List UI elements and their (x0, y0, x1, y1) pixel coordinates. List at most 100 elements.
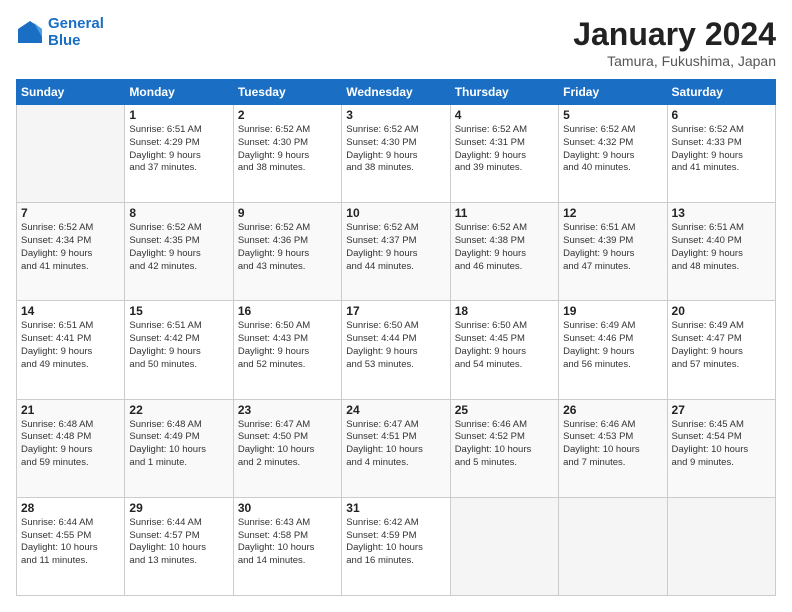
logo-icon (16, 19, 44, 47)
day-info: Sunrise: 6:49 AM Sunset: 4:46 PM Dayligh… (563, 320, 662, 371)
day-number: 22 (129, 403, 228, 417)
day-cell (450, 497, 558, 595)
column-header-thursday: Thursday (450, 80, 558, 105)
day-info: Sunrise: 6:48 AM Sunset: 4:49 PM Dayligh… (129, 419, 228, 470)
day-cell: 30Sunrise: 6:43 AM Sunset: 4:58 PM Dayli… (233, 497, 341, 595)
day-number: 8 (129, 206, 228, 220)
day-cell: 16Sunrise: 6:50 AM Sunset: 4:43 PM Dayli… (233, 301, 341, 399)
day-cell: 13 Sunrise: 6:51 AM Sunset: 4:40 PM Dayli… (667, 203, 775, 301)
day-cell: 14 Sunrise: 6:51 AM Sunset: 4:41 PM Dayli… (17, 301, 125, 399)
logo-text: General Blue (48, 16, 104, 49)
day-cell: 2Sunrise: 6:52 AM Sunset: 4:30 PM Daylig… (233, 105, 341, 203)
day-info: Sunrise: 6:52 AM Sunset: 4:38 PM Dayligh… (455, 222, 554, 273)
day-cell: 5Sunrise: 6:52 AM Sunset: 4:32 PM Daylig… (559, 105, 667, 203)
day-info: Sunrise: 6:44 AM Sunset: 4:57 PM Dayligh… (129, 517, 228, 568)
location: Tamura, Fukushima, Japan (573, 53, 776, 69)
column-header-tuesday: Tuesday (233, 80, 341, 105)
day-cell (17, 105, 125, 203)
day-info: Sunrise: 6:52 AM Sunset: 4:35 PM Dayligh… (129, 222, 228, 273)
column-header-friday: Friday (559, 80, 667, 105)
calendar-header-row: SundayMondayTuesdayWednesdayThursdayFrid… (17, 80, 776, 105)
column-header-wednesday: Wednesday (342, 80, 450, 105)
day-number: 29 (129, 501, 228, 515)
day-info: Sunrise: 6:52 AM Sunset: 4:36 PM Dayligh… (238, 222, 337, 273)
week-row-2: 7 Sunrise: 6:52 AM Sunset: 4:34 PM Daylig… (17, 203, 776, 301)
day-cell: 25 Sunrise: 6:46 AM Sunset: 4:52 PM Dayli… (450, 399, 558, 497)
day-number: 7 (21, 206, 120, 220)
day-number: 16 (238, 304, 337, 318)
day-number: 13 (672, 206, 771, 220)
column-header-monday: Monday (125, 80, 233, 105)
column-header-saturday: Saturday (667, 80, 775, 105)
day-number: 30 (238, 501, 337, 515)
day-number: 6 (672, 108, 771, 122)
day-cell: 9 Sunrise: 6:52 AM Sunset: 4:36 PM Daylig… (233, 203, 341, 301)
day-cell: 17 Sunrise: 6:50 AM Sunset: 4:44 PM Dayli… (342, 301, 450, 399)
day-cell: 28Sunrise: 6:44 AM Sunset: 4:55 PM Dayli… (17, 497, 125, 595)
day-info: Sunrise: 6:45 AM Sunset: 4:54 PM Dayligh… (672, 419, 771, 470)
page: General Blue January 2024 Tamura, Fukush… (0, 0, 792, 612)
week-row-1: 1Sunrise: 6:51 AM Sunset: 4:29 PM Daylig… (17, 105, 776, 203)
day-info: Sunrise: 6:46 AM Sunset: 4:52 PM Dayligh… (455, 419, 554, 470)
day-cell: 29 Sunrise: 6:44 AM Sunset: 4:57 PM Dayli… (125, 497, 233, 595)
day-number: 27 (672, 403, 771, 417)
day-number: 26 (563, 403, 662, 417)
day-number: 9 (238, 206, 337, 220)
day-number: 15 (129, 304, 228, 318)
week-row-4: 21Sunrise: 6:48 AM Sunset: 4:48 PM Dayli… (17, 399, 776, 497)
logo-line1: General (48, 15, 104, 32)
title-block: January 2024 Tamura, Fukushima, Japan (573, 16, 776, 69)
day-cell: 26 Sunrise: 6:46 AM Sunset: 4:53 PM Dayli… (559, 399, 667, 497)
day-number: 24 (346, 403, 445, 417)
calendar-table: SundayMondayTuesdayWednesdayThursdayFrid… (16, 79, 776, 596)
day-number: 25 (455, 403, 554, 417)
logo: General Blue (16, 16, 104, 49)
day-info: Sunrise: 6:52 AM Sunset: 4:30 PM Dayligh… (346, 124, 445, 175)
day-cell: 6 Sunrise: 6:52 AM Sunset: 4:33 PM Daylig… (667, 105, 775, 203)
day-number: 18 (455, 304, 554, 318)
day-info: Sunrise: 6:51 AM Sunset: 4:41 PM Dayligh… (21, 320, 120, 371)
day-info: Sunrise: 6:52 AM Sunset: 4:33 PM Dayligh… (672, 124, 771, 175)
day-info: Sunrise: 6:51 AM Sunset: 4:40 PM Dayligh… (672, 222, 771, 273)
day-number: 23 (238, 403, 337, 417)
day-number: 14 (21, 304, 120, 318)
day-cell: 23 Sunrise: 6:47 AM Sunset: 4:50 PM Dayli… (233, 399, 341, 497)
day-info: Sunrise: 6:50 AM Sunset: 4:45 PM Dayligh… (455, 320, 554, 371)
day-info: Sunrise: 6:47 AM Sunset: 4:50 PM Dayligh… (238, 419, 337, 470)
day-number: 21 (21, 403, 120, 417)
day-info: Sunrise: 6:44 AM Sunset: 4:55 PM Dayligh… (21, 517, 120, 568)
day-number: 12 (563, 206, 662, 220)
column-header-sunday: Sunday (17, 80, 125, 105)
day-cell: 27 Sunrise: 6:45 AM Sunset: 4:54 PM Dayli… (667, 399, 775, 497)
logo-line2: Blue (48, 32, 81, 49)
day-info: Sunrise: 6:50 AM Sunset: 4:44 PM Dayligh… (346, 320, 445, 371)
day-cell: 21Sunrise: 6:48 AM Sunset: 4:48 PM Dayli… (17, 399, 125, 497)
day-info: Sunrise: 6:42 AM Sunset: 4:59 PM Dayligh… (346, 517, 445, 568)
day-info: Sunrise: 6:51 AM Sunset: 4:39 PM Dayligh… (563, 222, 662, 273)
month-title: January 2024 (573, 16, 776, 53)
day-cell: 12 Sunrise: 6:51 AM Sunset: 4:39 PM Dayli… (559, 203, 667, 301)
day-cell: 10Sunrise: 6:52 AM Sunset: 4:37 PM Dayli… (342, 203, 450, 301)
day-cell: 8 Sunrise: 6:52 AM Sunset: 4:35 PM Daylig… (125, 203, 233, 301)
day-number: 11 (455, 206, 554, 220)
day-info: Sunrise: 6:51 AM Sunset: 4:42 PM Dayligh… (129, 320, 228, 371)
day-cell: 7 Sunrise: 6:52 AM Sunset: 4:34 PM Daylig… (17, 203, 125, 301)
day-number: 20 (672, 304, 771, 318)
day-info: Sunrise: 6:52 AM Sunset: 4:34 PM Dayligh… (21, 222, 120, 273)
day-cell: 11 Sunrise: 6:52 AM Sunset: 4:38 PM Dayli… (450, 203, 558, 301)
day-cell: 24 Sunrise: 6:47 AM Sunset: 4:51 PM Dayli… (342, 399, 450, 497)
day-info: Sunrise: 6:46 AM Sunset: 4:53 PM Dayligh… (563, 419, 662, 470)
day-number: 3 (346, 108, 445, 122)
day-number: 17 (346, 304, 445, 318)
day-number: 1 (129, 108, 228, 122)
day-number: 31 (346, 501, 445, 515)
day-info: Sunrise: 6:47 AM Sunset: 4:51 PM Dayligh… (346, 419, 445, 470)
day-number: 4 (455, 108, 554, 122)
day-cell: 3 Sunrise: 6:52 AM Sunset: 4:30 PM Daylig… (342, 105, 450, 203)
day-info: Sunrise: 6:52 AM Sunset: 4:31 PM Dayligh… (455, 124, 554, 175)
week-row-5: 28Sunrise: 6:44 AM Sunset: 4:55 PM Dayli… (17, 497, 776, 595)
day-cell: 18 Sunrise: 6:50 AM Sunset: 4:45 PM Dayli… (450, 301, 558, 399)
day-cell: 20Sunrise: 6:49 AM Sunset: 4:47 PM Dayli… (667, 301, 775, 399)
day-info: Sunrise: 6:52 AM Sunset: 4:37 PM Dayligh… (346, 222, 445, 273)
day-cell: 15 Sunrise: 6:51 AM Sunset: 4:42 PM Dayli… (125, 301, 233, 399)
